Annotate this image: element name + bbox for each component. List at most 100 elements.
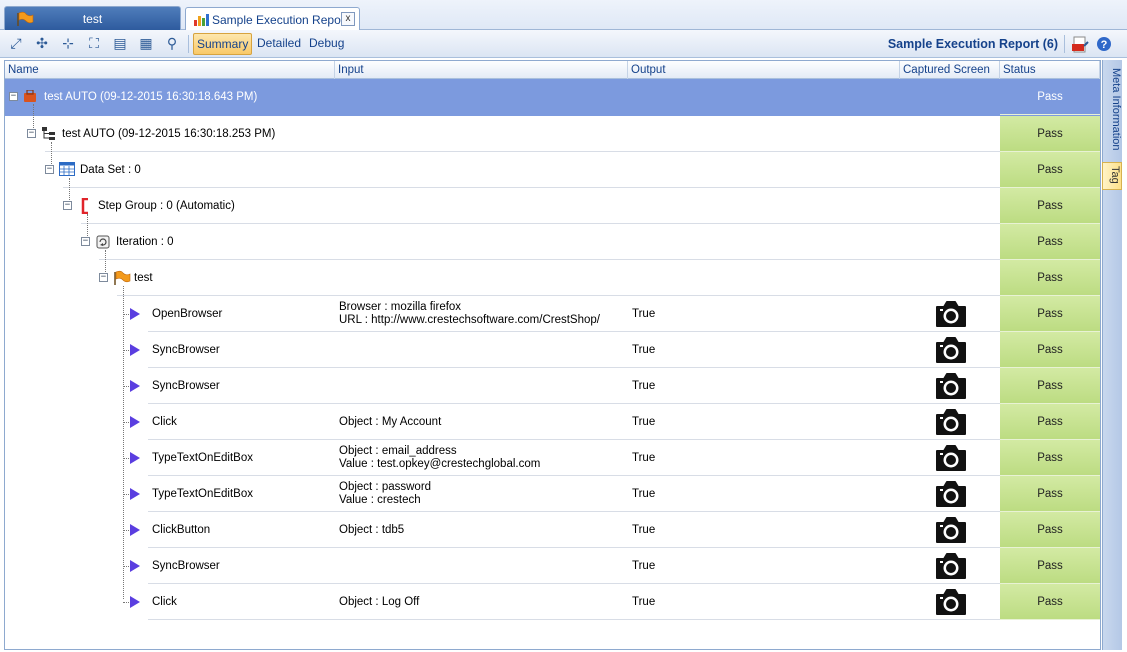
step-name: ClickButton xyxy=(152,524,211,536)
step-play-icon xyxy=(130,416,140,428)
table-row[interactable]: − test AUTO (09-12-2015 16:30:18.643 PM)… xyxy=(5,79,1100,116)
tree-connector xyxy=(105,250,106,274)
toolbar-separator xyxy=(188,35,189,53)
status-badge: Pass xyxy=(1000,584,1100,620)
step-input: Object : email_address Value : test.opke… xyxy=(339,440,629,476)
export-pdf-icon[interactable] xyxy=(1071,36,1089,54)
step-output: True xyxy=(632,560,656,572)
step-output: True xyxy=(632,344,656,356)
table-row[interactable]: OpenBrowser Browser : mozilla firefox UR… xyxy=(5,296,1100,332)
tab-sample-execution-report[interactable]: Sample Execution Report x xyxy=(185,7,360,31)
input-line: Browser : mozilla firefox xyxy=(339,301,462,313)
camera-icon[interactable] xyxy=(934,335,968,365)
column-header-captured-screen[interactable]: Captured Screen xyxy=(900,61,1000,79)
table-row[interactable]: ClickButton Object : tdb5 True Pass xyxy=(5,512,1100,548)
column-header-status[interactable]: Status xyxy=(1000,61,1100,79)
status-badge: Pass xyxy=(1000,224,1100,260)
table-row[interactable]: SyncBrowser True Pass xyxy=(5,332,1100,368)
table-row[interactable]: Click Object : Log Off True Pass xyxy=(5,584,1100,620)
status-badge: Pass xyxy=(1000,548,1100,584)
collapse-all-icon[interactable]: ✣ xyxy=(33,35,51,53)
camera-icon[interactable] xyxy=(934,479,968,509)
step-output: True xyxy=(632,524,656,536)
input-line: Value : crestech xyxy=(339,494,421,506)
step-output: True xyxy=(632,452,656,464)
svg-text:?: ? xyxy=(1101,39,1108,51)
input-line: Object : My Account xyxy=(339,415,442,428)
table-row[interactable]: SyncBrowser True Pass xyxy=(5,548,1100,584)
collapse-icon[interactable]: − xyxy=(99,273,108,282)
status-badge: Pass xyxy=(1000,332,1100,368)
help-icon[interactable]: ? xyxy=(1096,36,1112,52)
input-line: Object : tdb5 xyxy=(339,523,405,536)
column-header-name[interactable]: Name xyxy=(5,61,335,79)
suite-icon xyxy=(24,90,36,102)
camera-icon[interactable] xyxy=(934,515,968,545)
status-badge: Pass xyxy=(1000,79,1100,115)
input-line: Object : Log Off xyxy=(339,595,420,608)
step-play-icon xyxy=(130,452,140,464)
status-badge: Pass xyxy=(1000,476,1100,512)
table-row[interactable]: Click Object : My Account True Pass xyxy=(5,404,1100,440)
test-flag-icon xyxy=(114,270,131,285)
status-badge: Pass xyxy=(1000,404,1100,440)
debug-view-button[interactable]: Debug xyxy=(306,33,347,55)
table-row[interactable]: TypeTextOnEditBox Object : password Valu… xyxy=(5,476,1100,512)
tree-connector xyxy=(69,178,70,202)
summary-view-button[interactable]: Summary xyxy=(193,33,253,55)
input-line: Object : password xyxy=(339,481,432,493)
camera-icon[interactable] xyxy=(934,407,968,437)
row-name: Iteration : 0 xyxy=(116,236,174,248)
table-row[interactable]: − Data Set : 0 Pass xyxy=(5,142,1100,188)
collapse-icon[interactable]: − xyxy=(45,165,54,174)
collapse-icon[interactable]: − xyxy=(81,237,90,246)
input-line: URL : http://www.crestechsoftware.com/Cr… xyxy=(339,314,600,326)
status-badge: Pass xyxy=(1000,296,1100,332)
step-name: OpenBrowser xyxy=(152,308,223,320)
tree-connector xyxy=(51,142,52,166)
column-header-output[interactable]: Output xyxy=(628,61,900,79)
camera-icon[interactable] xyxy=(934,299,968,329)
tab-test[interactable]: test xyxy=(4,6,181,30)
table-row[interactable]: SyncBrowser True Pass xyxy=(5,368,1100,404)
status-badge: Pass xyxy=(1000,116,1100,152)
step-output: True xyxy=(632,308,656,320)
table-row[interactable]: − test Pass xyxy=(5,250,1100,296)
row-name: Data Set : 0 xyxy=(80,164,141,176)
report-grid: Name Input Output Captured Screen Status… xyxy=(4,60,1101,650)
table-row[interactable]: TypeTextOnEditBox Object : email_address… xyxy=(5,440,1100,476)
camera-icon[interactable] xyxy=(934,551,968,581)
fit-icon[interactable]: ⊹ xyxy=(59,35,77,53)
step-name: Click xyxy=(152,596,177,608)
collapse-icon[interactable]: − xyxy=(9,92,18,101)
tag-tab[interactable]: Tag xyxy=(1102,162,1122,190)
camera-icon[interactable] xyxy=(934,443,968,473)
step-input: Browser : mozilla firefox URL : http://w… xyxy=(339,296,629,332)
table-row[interactable]: − test AUTO (09-12-2015 16:30:18.253 PM)… xyxy=(5,104,1100,152)
meta-information-tab[interactable]: Meta Information xyxy=(1102,66,1122,156)
search-icon[interactable]: ⚲ xyxy=(163,35,181,53)
column-header-input[interactable]: Input xyxy=(335,61,628,79)
expand-all-icon[interactable]: ⤢ xyxy=(7,35,25,53)
step-name: SyncBrowser xyxy=(152,344,220,356)
camera-icon[interactable] xyxy=(934,371,968,401)
table-row[interactable]: − Iteration : 0 Pass xyxy=(5,214,1100,260)
step-name: TypeTextOnEditBox xyxy=(152,452,253,464)
camera-icon[interactable] xyxy=(934,587,968,617)
collapse-icon[interactable]: − xyxy=(27,129,36,138)
detailed-view-button[interactable]: Detailed xyxy=(254,33,304,55)
tree-connector xyxy=(33,104,34,130)
collapse-icon[interactable]: − xyxy=(63,201,72,210)
toolbar: ⤢ ✣ ⊹ ⛶ ▤ ▦ ⚲ Summary Detailed Debug Sam… xyxy=(0,30,1127,58)
fullscreen-icon[interactable]: ⛶ xyxy=(85,35,103,53)
status-badge: Pass xyxy=(1000,440,1100,476)
export-report-icon[interactable]: ▤ xyxy=(111,35,129,53)
row-name: Step Group : 0 (Automatic) xyxy=(98,200,235,212)
step-input: Object : Log Off xyxy=(339,584,629,620)
export-log-icon[interactable]: ▦ xyxy=(137,35,155,53)
close-icon[interactable]: x xyxy=(341,12,355,26)
table-row[interactable]: − Step Group : 0 (Automatic) Pass xyxy=(5,178,1100,224)
tree-node-icon xyxy=(42,127,55,140)
step-group-icon xyxy=(81,198,88,214)
tab-label: test xyxy=(82,11,103,26)
